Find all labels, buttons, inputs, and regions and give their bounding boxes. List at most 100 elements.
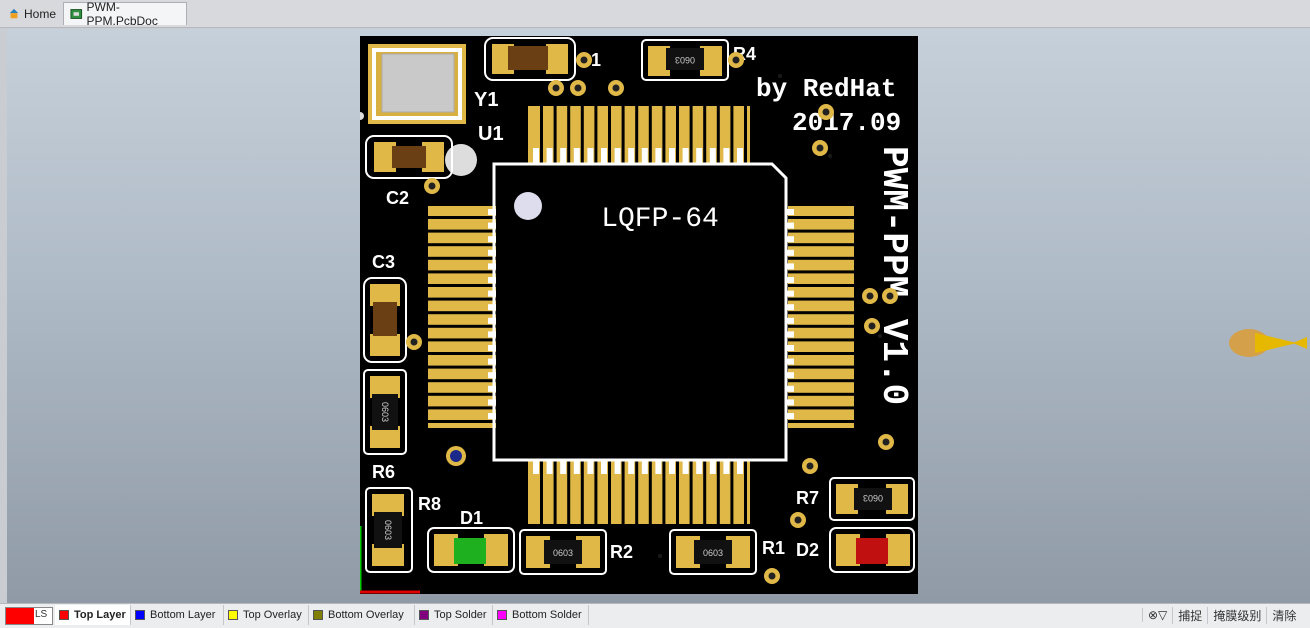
via-hole — [886, 292, 894, 300]
pad — [689, 102, 693, 164]
pad — [608, 102, 611, 164]
pad — [716, 460, 720, 526]
designator-u1: U1 — [478, 123, 504, 145]
via-hole — [574, 84, 582, 92]
designator-r1: R1 — [762, 538, 785, 558]
layer-tab-bottom-layer[interactable]: Bottom Layer — [131, 605, 224, 625]
designator-y1: Y1 — [474, 89, 498, 111]
pad — [424, 352, 496, 355]
pad — [696, 460, 703, 474]
via-hole — [552, 84, 560, 92]
pcb-board: Y1 U1 C1 0603 R4 by RedHat 2017.09 PWM-P… — [360, 36, 918, 594]
package-label: 0603 — [383, 520, 393, 540]
designator-d1: D1 — [460, 508, 483, 528]
pad — [788, 365, 858, 369]
current-layer-swatch[interactable]: LS — [5, 607, 53, 625]
pad — [601, 460, 607, 474]
pad — [635, 460, 639, 526]
via-hole — [794, 516, 802, 524]
designator-c2: C2 — [386, 188, 409, 208]
via-large-hole — [450, 450, 462, 462]
pad — [716, 102, 720, 164]
package-label: 0603 — [863, 493, 883, 503]
layer-color-swatch — [228, 610, 238, 620]
pad — [730, 102, 734, 164]
package-label: 0603 — [553, 548, 573, 558]
pad — [703, 460, 707, 526]
crystal-y1[interactable] — [368, 44, 466, 124]
pcb-canvas[interactable]: Y1 U1 C1 0603 R4 by RedHat 2017.09 PWM-P… — [7, 29, 1310, 603]
via-hole — [882, 438, 890, 446]
pad — [648, 460, 652, 526]
package-label: 0603 — [703, 548, 723, 558]
layer-tab-label: Bottom Solder — [512, 609, 582, 621]
tab-pcbdoc[interactable]: PWM-PPM.PcbDoc — [63, 0, 187, 28]
layer-tab-label: Top Overlay — [243, 609, 302, 621]
pad — [723, 148, 730, 164]
layer-tab-top-overlay[interactable]: Top Overlay — [224, 605, 309, 625]
clear-button[interactable]: 清除 — [1266, 606, 1301, 624]
pad — [648, 102, 652, 164]
chip-label: LQFP-64 — [601, 204, 719, 235]
pad — [573, 460, 580, 474]
pad — [580, 102, 584, 164]
pad — [788, 352, 858, 355]
layer-color-swatch — [497, 610, 507, 620]
home-icon — [9, 8, 19, 18]
designator-r2: R2 — [610, 542, 633, 562]
pad — [635, 102, 639, 164]
layer-color-swatch — [59, 610, 69, 620]
layer-tab-bottom-overlay[interactable]: Bottom Overlay — [309, 605, 415, 625]
via-hole — [816, 144, 824, 152]
pad — [424, 379, 496, 383]
pad — [744, 102, 747, 164]
document-tab-bar: Home PWM-PPM.PcbDoc — [0, 0, 1310, 28]
pad — [788, 392, 858, 396]
pad — [424, 270, 496, 274]
pad — [553, 102, 557, 164]
layer-tab-bottom-solder[interactable]: Bottom Solder — [493, 605, 589, 625]
pad — [614, 460, 621, 474]
layer-tab-top-solder[interactable]: Top Solder — [415, 605, 493, 625]
designator-c3: C3 — [372, 252, 395, 272]
pad — [567, 102, 571, 164]
board-title: PWM-PPM V1.0 — [873, 146, 914, 405]
pad — [424, 216, 496, 219]
filter-icon[interactable]: ⊗▽ — [1142, 608, 1172, 622]
pad — [788, 256, 858, 260]
pad — [546, 148, 553, 164]
pad — [546, 460, 553, 474]
ic-u1[interactable]: LQFP-64 — [492, 162, 788, 462]
pad — [424, 420, 496, 423]
pad — [608, 460, 611, 526]
pad — [682, 148, 689, 164]
pad — [424, 406, 496, 410]
pad — [788, 297, 858, 301]
via-hole — [822, 108, 830, 116]
package-label: 0603 — [675, 55, 695, 65]
snap-button[interactable]: 捕捉 — [1172, 606, 1207, 624]
layer-tab-label: Bottom Overlay — [328, 609, 404, 621]
3d-view-cursor-icon — [1229, 329, 1307, 357]
tab-label: Home — [23, 6, 56, 21]
via-hole — [612, 84, 620, 92]
pad — [560, 148, 567, 164]
layer-tab-top-layer[interactable]: Top Layer — [55, 605, 131, 625]
pad — [730, 460, 734, 526]
layer-color-swatch — [313, 610, 323, 620]
pad — [601, 148, 607, 164]
via-hole — [768, 572, 776, 580]
pad — [788, 229, 858, 233]
pad — [788, 379, 858, 383]
pad — [662, 460, 666, 526]
pad — [424, 365, 496, 369]
tab-home[interactable]: Home — [2, 2, 62, 25]
pad — [628, 148, 635, 164]
mask-level-button[interactable]: 掩膜级别 — [1207, 606, 1266, 624]
pad — [655, 148, 662, 164]
pad — [788, 420, 858, 423]
layer-set-label: LS — [35, 609, 48, 620]
pad — [788, 406, 858, 410]
pad — [424, 284, 496, 287]
pad — [424, 392, 496, 396]
